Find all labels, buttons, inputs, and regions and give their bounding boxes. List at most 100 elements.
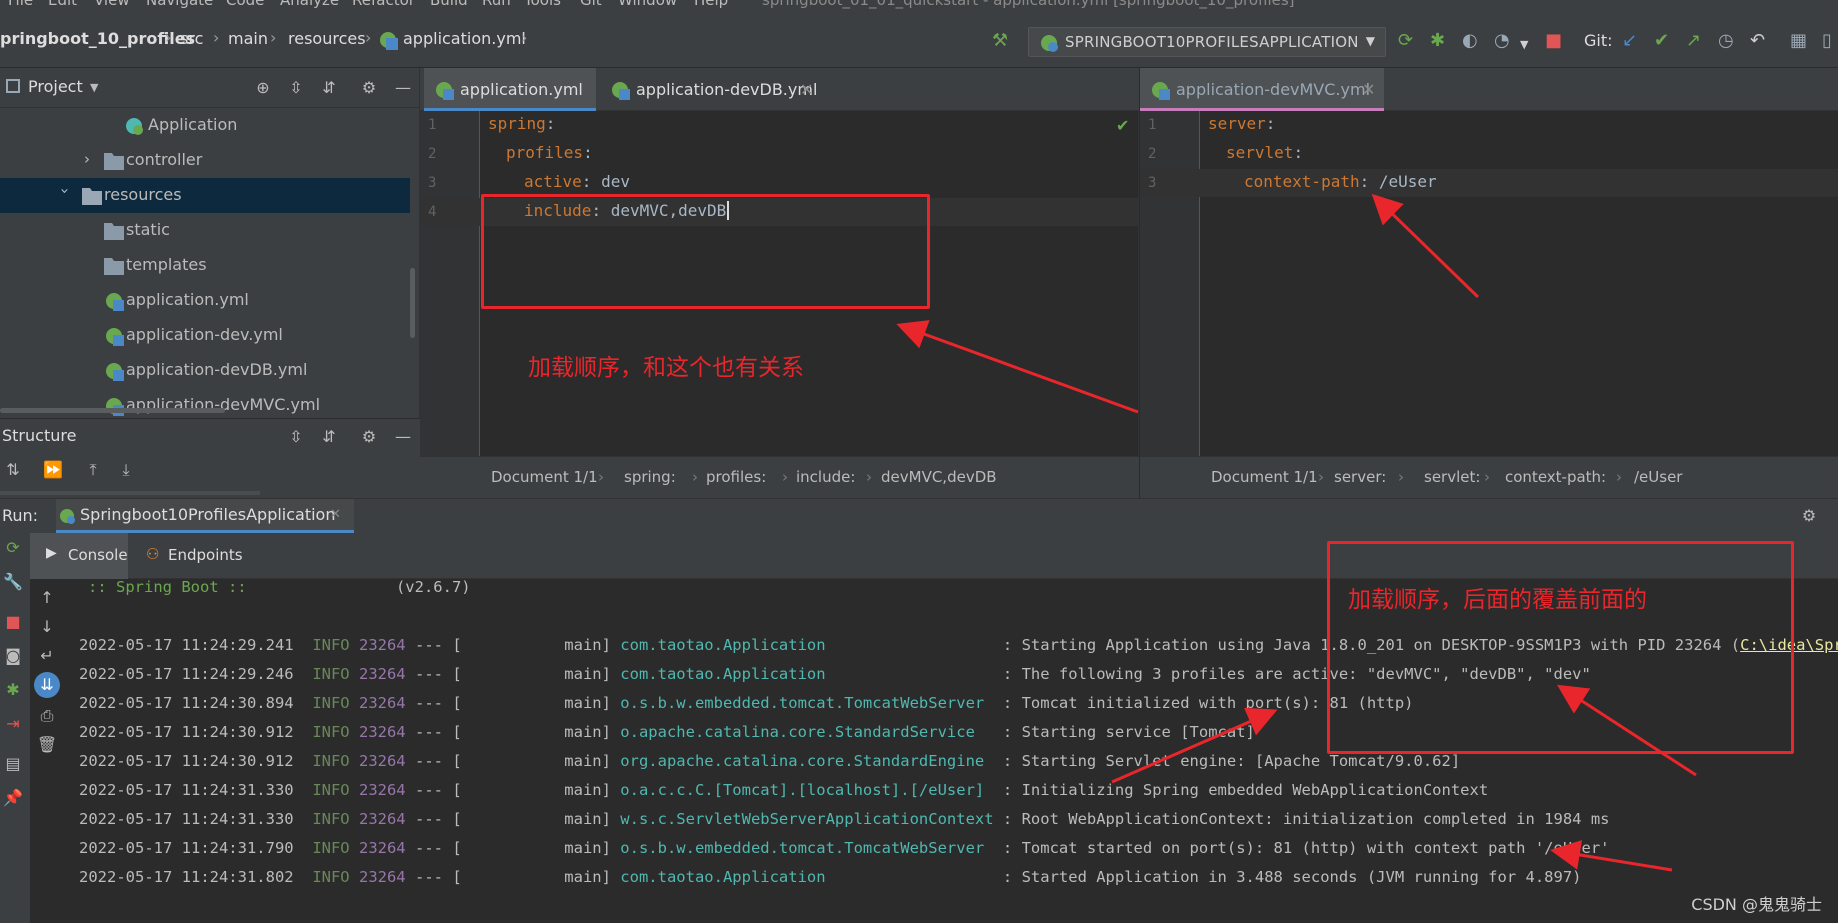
crumb-value[interactable]: devMVC,devDB bbox=[881, 468, 997, 486]
breadcrumb-resources[interactable]: resources bbox=[288, 29, 366, 48]
pin-icon[interactable]: 📌 bbox=[2, 787, 24, 809]
tree-item-application[interactable]: Application bbox=[0, 108, 410, 143]
tab-console[interactable]: ▶ Console bbox=[30, 533, 128, 579]
collapse-all-icon[interactable]: ⇵ bbox=[318, 426, 340, 448]
tab-endpoints[interactable]: ⚇ Endpoints bbox=[140, 533, 250, 579]
gear-icon[interactable]: ⚙ bbox=[358, 426, 380, 448]
scroll-to-end-icon[interactable]: ⇊ bbox=[34, 672, 60, 698]
menu-navigate[interactable]: Navigate bbox=[146, 0, 213, 9]
stop-icon[interactable]: ■ bbox=[1545, 30, 1562, 52]
trash-icon[interactable]: 🗑 bbox=[36, 734, 58, 756]
menu-build[interactable]: Build bbox=[430, 0, 468, 9]
build-hammer-icon[interactable]: ⚒ bbox=[992, 30, 1008, 52]
close-icon[interactable]: ✕ bbox=[1362, 80, 1375, 99]
crumb-servlet[interactable]: servlet: bbox=[1424, 468, 1480, 486]
gear-icon[interactable]: ⚙ bbox=[1798, 505, 1820, 527]
run-configuration-select[interactable]: SPRINGBOOT10PROFILESAPPLICATION ▼ bbox=[1028, 27, 1386, 57]
code-line[interactable]: context-path: /eUser bbox=[1244, 172, 1437, 191]
tree-item-templates[interactable]: templates bbox=[0, 248, 410, 283]
tree-item-application-devmvc-yml[interactable]: application-devMVC.yml bbox=[0, 388, 410, 418]
breadcrumb-main[interactable]: main bbox=[228, 29, 268, 48]
structure-panel-title[interactable]: Structure bbox=[2, 426, 76, 445]
git-push-icon[interactable]: ↗ bbox=[1686, 30, 1701, 52]
menu-code[interactable]: Code bbox=[226, 0, 264, 9]
layout-icon[interactable]: ▤ bbox=[2, 753, 24, 775]
crumb-profiles[interactable]: profiles: bbox=[706, 468, 766, 486]
crumb-context-path[interactable]: context-path: bbox=[1505, 468, 1606, 486]
code-line[interactable]: spring: bbox=[488, 114, 555, 133]
navigate-down-icon[interactable]: ⤓ bbox=[115, 459, 137, 481]
crumb-include[interactable]: include: bbox=[796, 468, 855, 486]
git-history-icon[interactable]: ◷ bbox=[1718, 30, 1734, 52]
soft-wrap-icon[interactable]: ↵ bbox=[36, 645, 58, 667]
code-line[interactable]: active: dev bbox=[524, 172, 630, 191]
search-everywhere-icon[interactable]: ▯ bbox=[1822, 30, 1832, 52]
menu-git[interactable]: Git bbox=[580, 0, 602, 9]
tab-application-devmvc-yml[interactable]: application-devMVC.yml ✕ bbox=[1140, 68, 1384, 111]
crumb-value[interactable]: /eUser bbox=[1634, 468, 1682, 486]
arrow-down-icon[interactable]: ↓ bbox=[36, 616, 58, 638]
menu-analyze[interactable]: Analyze bbox=[280, 0, 339, 9]
tree-item-static[interactable]: static bbox=[0, 213, 410, 248]
arrow-up-icon[interactable]: ↑ bbox=[36, 587, 58, 609]
debug-icon[interactable]: ✱ bbox=[1430, 30, 1445, 52]
wrench-icon[interactable]: 🔧 bbox=[2, 571, 24, 593]
coverage-icon[interactable]: ◐ bbox=[1462, 30, 1478, 52]
profiler-icon[interactable]: ◔ bbox=[1494, 30, 1510, 52]
menu-refactor[interactable]: Refactor bbox=[352, 0, 415, 9]
breadcrumb-file[interactable]: application.yml bbox=[403, 29, 526, 48]
project-panel-title[interactable]: Project bbox=[28, 77, 83, 96]
menu-run[interactable]: Run bbox=[482, 0, 511, 9]
code-line[interactable]: server: bbox=[1208, 114, 1275, 133]
print-icon[interactable]: ⎙ bbox=[36, 705, 58, 727]
minimize-icon[interactable]: — bbox=[392, 77, 414, 99]
vertical-scrollbar[interactable] bbox=[410, 268, 415, 338]
chevron-down-icon[interactable]: ▼ bbox=[1520, 34, 1528, 56]
chevron-right-icon[interactable]: › bbox=[84, 150, 90, 168]
crumb-spring[interactable]: spring: bbox=[624, 468, 676, 486]
collapse-all-icon[interactable]: ⇵ bbox=[318, 77, 340, 99]
tab-application-yml[interactable]: application.yml bbox=[424, 68, 596, 111]
crumb-document[interactable]: Document 1/1 bbox=[1211, 468, 1318, 486]
chevron-down-icon[interactable]: ▼ bbox=[90, 81, 98, 94]
crumb-document[interactable]: Document 1/1 bbox=[491, 468, 598, 486]
exit-icon[interactable]: ⇥ bbox=[2, 713, 24, 735]
tree-item-application-yml[interactable]: application.yml bbox=[0, 283, 410, 318]
tree-item-application-devdb-yml[interactable]: application-devDB.yml bbox=[0, 353, 410, 388]
horizontal-scrollbar[interactable] bbox=[0, 408, 225, 413]
menu-help[interactable]: Help bbox=[694, 0, 728, 9]
expand-all-icon[interactable]: ⇳ bbox=[285, 77, 307, 99]
close-icon[interactable]: ✕ bbox=[800, 80, 813, 99]
code-line[interactable]: servlet: bbox=[1226, 143, 1303, 162]
menu-view[interactable]: View bbox=[94, 0, 130, 9]
close-icon[interactable]: ✕ bbox=[330, 507, 341, 522]
tree-item-resources[interactable]: › resources bbox=[0, 178, 410, 213]
menu-edit[interactable]: Edit bbox=[48, 0, 77, 9]
gear-icon[interactable]: ⚙ bbox=[358, 77, 380, 99]
rerun-icon[interactable]: ⟳ bbox=[2, 537, 24, 559]
expand-all-icon[interactable]: ⇳ bbox=[285, 426, 307, 448]
horizontal-scrollbar[interactable] bbox=[0, 491, 260, 495]
navigate-up-icon[interactable]: ⤒ bbox=[82, 459, 104, 481]
code-line[interactable]: profiles: bbox=[506, 143, 593, 162]
run-app-tab[interactable]: Springboot10ProfilesApplication ✕ bbox=[56, 499, 354, 533]
menu-tools[interactable]: Tools bbox=[524, 0, 561, 9]
tree-item-application-dev-yml[interactable]: application-dev.yml bbox=[0, 318, 410, 353]
menu-file[interactable]: File bbox=[8, 0, 33, 9]
git-commit-icon[interactable]: ✔ bbox=[1654, 30, 1669, 52]
sort-icon[interactable]: ⇅ bbox=[2, 459, 24, 481]
stop-icon[interactable]: ■ bbox=[2, 611, 24, 633]
autoscroll-icon[interactable]: ⏩ bbox=[42, 459, 64, 481]
minimize-icon[interactable]: — bbox=[392, 426, 414, 448]
rerun-icon[interactable]: ⟳ bbox=[1398, 30, 1413, 52]
git-rollback-icon[interactable]: ↶ bbox=[1750, 30, 1765, 52]
locate-file-icon[interactable]: ⊕ bbox=[252, 77, 274, 99]
breadcrumb-src[interactable]: src bbox=[180, 29, 203, 48]
tab-application-devdb-yml[interactable]: application-devDB.yml ✕ bbox=[600, 68, 830, 111]
tree-item-controller[interactable]: › controller bbox=[0, 143, 410, 178]
chevron-down-icon[interactable]: › bbox=[56, 188, 74, 194]
crumb-server[interactable]: server: bbox=[1334, 468, 1386, 486]
debug-icon[interactable]: ✱ bbox=[2, 679, 24, 701]
menu-window[interactable]: Window bbox=[618, 0, 677, 9]
git-update-icon[interactable]: ↙ bbox=[1622, 30, 1637, 52]
